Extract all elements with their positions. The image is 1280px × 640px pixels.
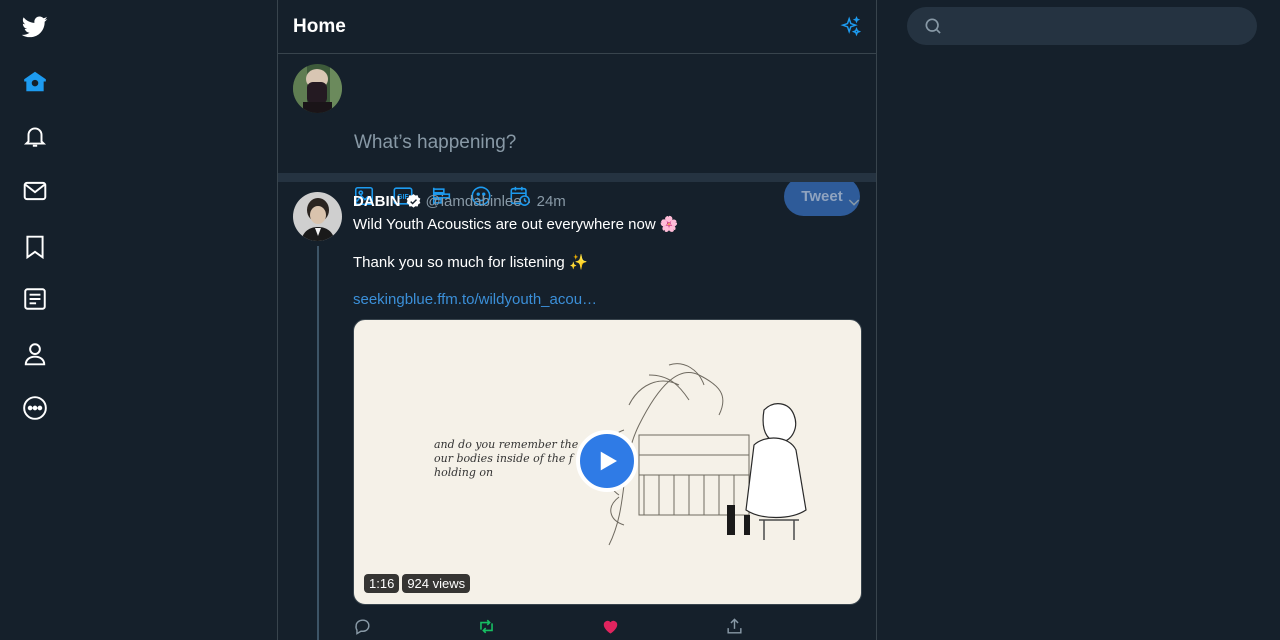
verified-badge-icon — [406, 194, 420, 208]
timeline-header: Home — [278, 0, 876, 54]
play-icon — [600, 451, 617, 471]
tweet-text-line: Thank you so much for listening ✨ — [353, 254, 588, 271]
tweet-header: DABIN @iamdabinlee · 24m — [353, 193, 566, 210]
compose-input[interactable]: What’s happening? — [354, 132, 516, 154]
more-options-icon[interactable] — [20, 393, 50, 423]
tweet-link[interactable]: seekingblue.ffm.to/wildyouth_acou… — [353, 291, 597, 308]
messages-envelope-icon[interactable] — [20, 176, 50, 206]
timeline-column: Home What’s happening? GIF Tweet DABIN @… — [277, 0, 877, 640]
play-button[interactable] — [576, 430, 638, 492]
thread-line — [317, 246, 319, 640]
share-button[interactable] — [725, 616, 849, 636]
tweet[interactable]: DABIN @iamdabinlee · 24m Wild Youth Acou… — [278, 182, 876, 640]
video-player[interactable]: and do you remember the our bodies insid… — [353, 319, 862, 605]
lyrics-line: and do you remember the — [434, 438, 579, 451]
notifications-bell-icon[interactable] — [20, 121, 50, 151]
view-count: 924 views — [402, 574, 471, 593]
compose-box: What’s happening? GIF Tweet — [278, 54, 876, 216]
author-handle[interactable]: @iamdabinlee — [426, 193, 522, 210]
lyrics-line: our bodies inside of the f — [434, 452, 573, 465]
tweet-author-avatar[interactable] — [293, 192, 342, 241]
reply-icon — [355, 618, 370, 635]
profile-icon[interactable] — [20, 339, 50, 369]
left-navigation — [0, 0, 277, 640]
search-icon — [925, 18, 941, 34]
share-icon — [727, 617, 742, 634]
twitter-logo-icon[interactable] — [20, 12, 50, 42]
tweet-timestamp[interactable]: 24m — [537, 193, 566, 210]
search-input[interactable] — [953, 17, 1243, 35]
video-duration: 1:16 — [364, 574, 400, 593]
video-stats: 1:16 924 views — [364, 574, 471, 593]
section-divider — [278, 173, 876, 182]
chevron-down-icon[interactable] — [846, 194, 862, 210]
tweet-actions — [353, 616, 849, 636]
like-button[interactable] — [601, 616, 725, 636]
heart-icon — [603, 620, 618, 634]
author-name[interactable]: DABIN — [353, 193, 401, 210]
user-avatar[interactable] — [293, 64, 342, 113]
top-tweets-sparkle-icon[interactable] — [838, 14, 864, 40]
page-title: Home — [293, 15, 346, 37]
retweet-icon — [480, 619, 493, 633]
separator-dot: · — [526, 193, 532, 210]
search-bar[interactable] — [907, 7, 1257, 45]
lists-icon[interactable] — [20, 284, 50, 314]
tweet-text-line: Wild Youth Acoustics are out everywhere … — [353, 216, 679, 233]
lyrics-line: holding on — [434, 466, 494, 479]
reply-button[interactable] — [353, 616, 477, 636]
bookmarks-icon[interactable] — [20, 232, 50, 262]
retweet-button[interactable] — [477, 616, 601, 636]
video-lyrics-overlay: and do you remember the our bodies insid… — [434, 438, 578, 480]
home-icon[interactable] — [20, 67, 50, 97]
